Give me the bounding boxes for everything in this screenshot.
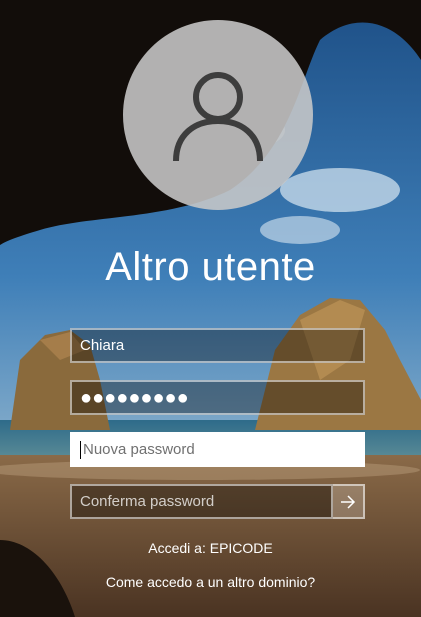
user-display-name: Altro utente [105,245,316,289]
user-avatar [123,20,313,210]
new-password-placeholder: Nuova password [83,441,195,458]
confirm-password-field[interactable]: Conferma password [70,484,333,519]
text-caret [80,440,81,459]
confirm-password-placeholder: Conferma password [80,493,215,510]
user-icon [173,72,263,162]
other-domain-link[interactable]: Come accedo a un altro dominio? [0,574,421,590]
new-password-field[interactable]: Nuova password [70,432,365,467]
arrow-right-icon [341,494,356,509]
password-field[interactable]: ●●●●●●●●● [70,380,365,415]
password-value: ●●●●●●●●● [80,386,189,409]
username-field[interactable]: Chiara [70,328,365,363]
username-value: Chiara [80,337,125,354]
submit-button[interactable] [333,484,365,519]
sign-in-domain-label: Accedi a: EPICODE [148,540,273,556]
